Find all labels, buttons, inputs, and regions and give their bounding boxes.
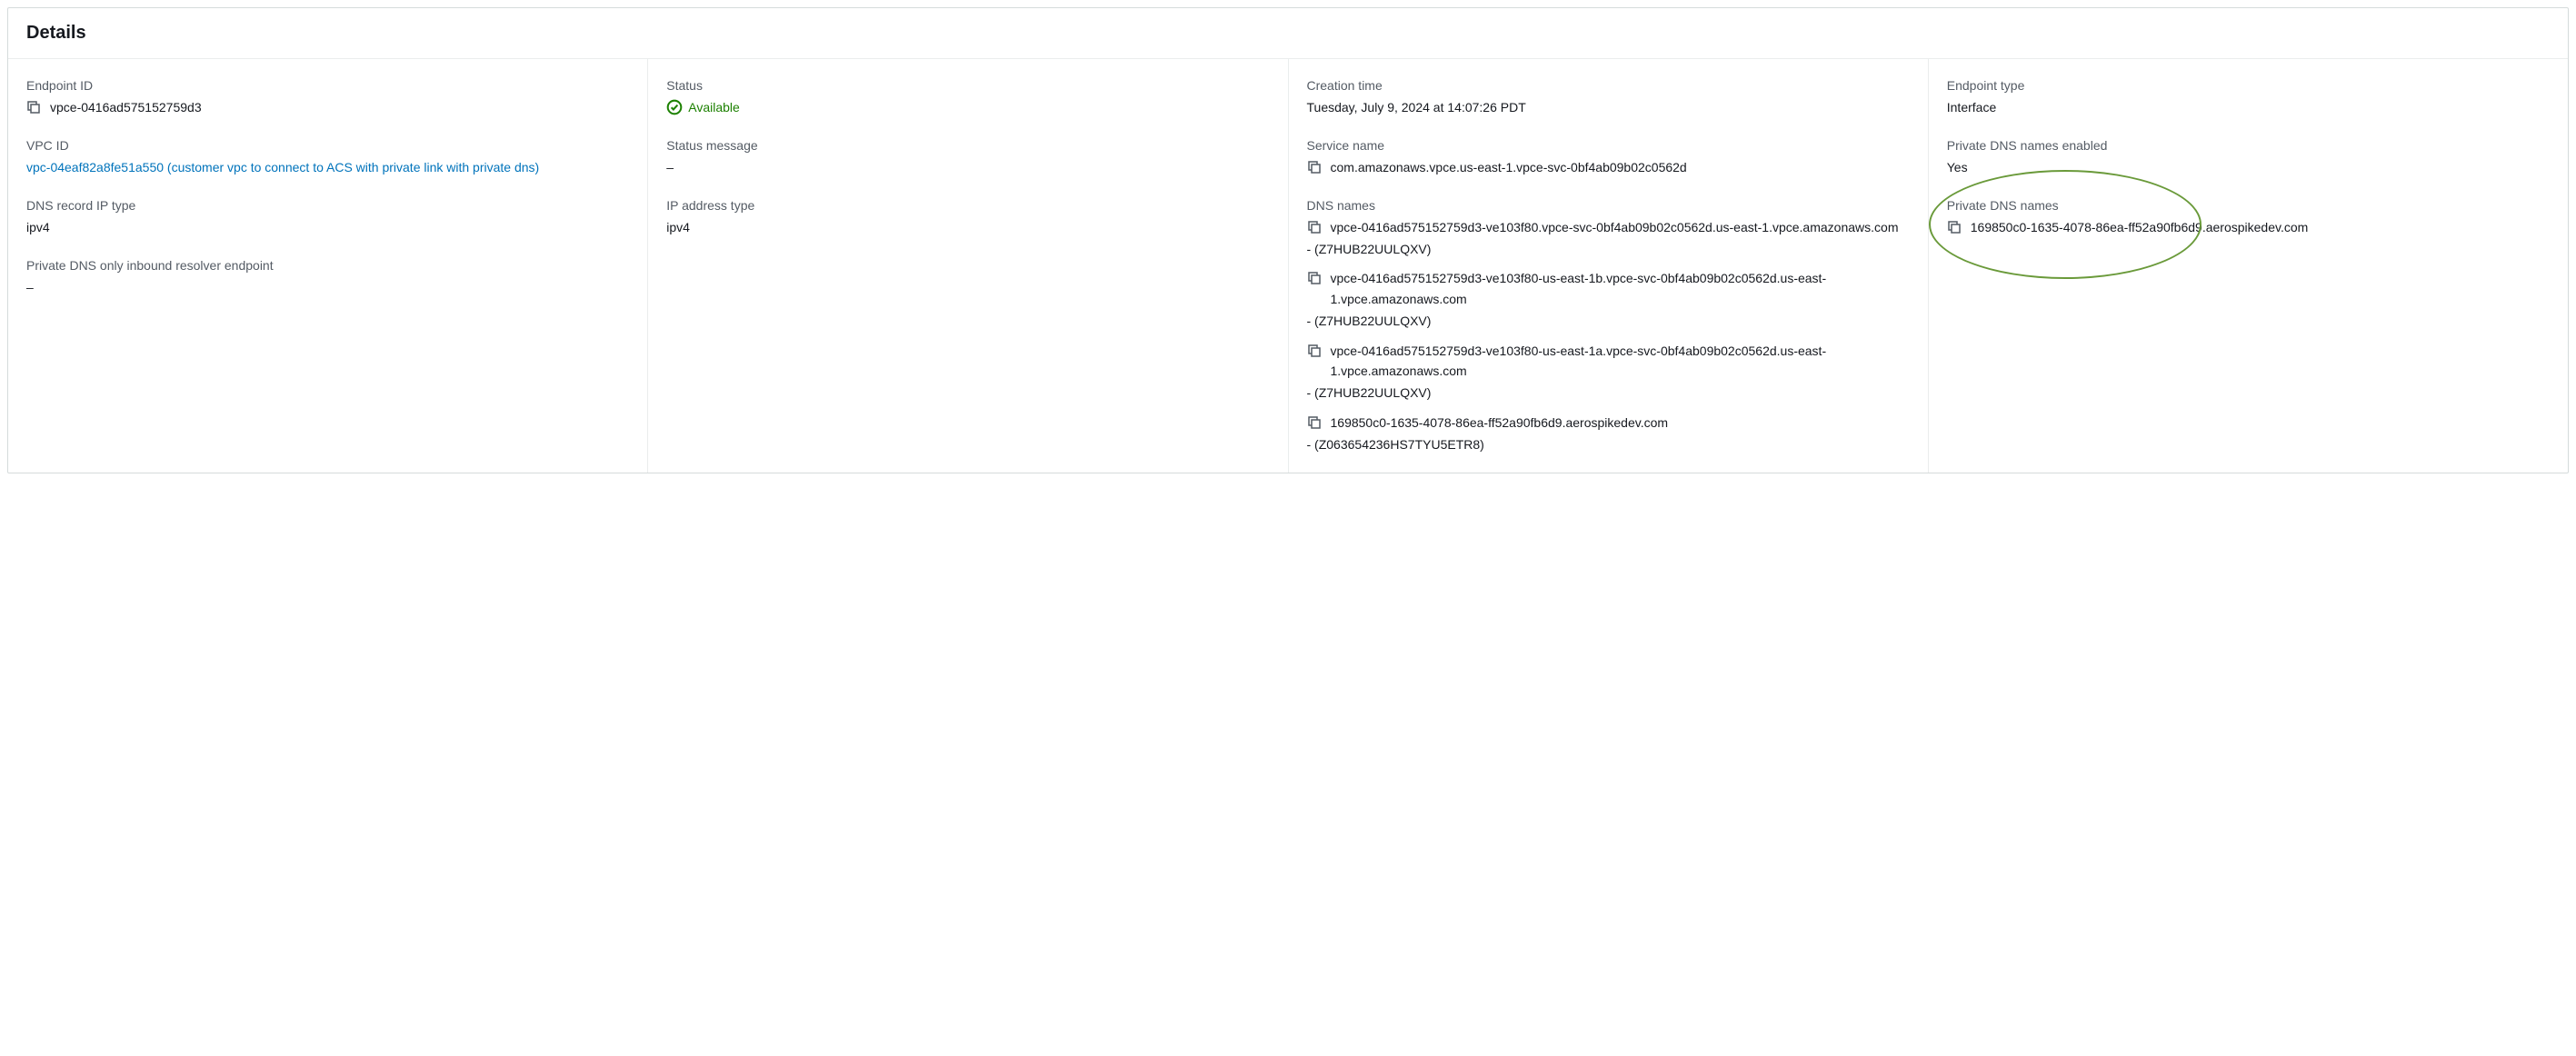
copy-icon[interactable] xyxy=(1307,220,1322,234)
panel-header: Details xyxy=(8,8,2568,59)
dns-name-value: vpce-0416ad575152759d3-ve103f80.vpce-svc… xyxy=(1331,217,1899,237)
column-1: Endpoint ID vpce-0416ad575152759d3 VPC I… xyxy=(8,59,647,473)
dns-zone-id: - (Z7HUB22UULQXV) xyxy=(1307,383,1910,403)
dns-zone-id: - (Z063654236HS7TYU5ETR8) xyxy=(1307,434,1910,454)
value-private-dns-names: 169850c0-1635-4078-86ea-ff52a90fb6d9.aer… xyxy=(1971,217,2309,237)
check-circle-icon xyxy=(666,99,683,115)
label-ip-address-type: IP address type xyxy=(666,197,1269,215)
copy-icon[interactable] xyxy=(1307,344,1322,358)
label-vpc-id: VPC ID xyxy=(26,137,629,155)
value-endpoint-type: Interface xyxy=(1947,97,2550,117)
copy-icon[interactable] xyxy=(26,100,41,115)
field-creation-time: Creation time Tuesday, July 9, 2024 at 1… xyxy=(1307,77,1910,117)
copy-icon[interactable] xyxy=(1307,160,1322,174)
dns-name-value: 169850c0-1635-4078-86ea-ff52a90fb6d9.aer… xyxy=(1331,413,1669,433)
label-creation-time: Creation time xyxy=(1307,77,1910,95)
dns-names-list: vpce-0416ad575152759d3-ve103f80.vpce-svc… xyxy=(1307,217,1910,455)
value-status-message: – xyxy=(666,157,1269,177)
field-private-dns-resolver: Private DNS only inbound resolver endpoi… xyxy=(26,257,629,297)
value-creation-time: Tuesday, July 9, 2024 at 14:07:26 PDT xyxy=(1307,97,1910,117)
value-private-dns-enabled: Yes xyxy=(1947,157,2550,177)
field-private-dns-enabled: Private DNS names enabled Yes xyxy=(1947,137,2550,177)
value-status: Available xyxy=(688,97,740,117)
column-2: Status Available Status message – IP add… xyxy=(647,59,1287,473)
label-status: Status xyxy=(666,77,1269,95)
column-3: Creation time Tuesday, July 9, 2024 at 1… xyxy=(1288,59,1928,473)
dns-zone-id: - (Z7HUB22UULQXV) xyxy=(1307,311,1910,331)
field-service-name: Service name com.amazonaws.vpce.us-east-… xyxy=(1307,137,1910,177)
copy-icon[interactable] xyxy=(1307,271,1322,285)
value-service-name: com.amazonaws.vpce.us-east-1.vpce-svc-0b… xyxy=(1331,157,1687,177)
dns-zone-id: - (Z7HUB22UULQXV) xyxy=(1307,239,1910,259)
dns-name-entry: vpce-0416ad575152759d3-ve103f80.vpce-svc… xyxy=(1307,217,1910,260)
field-vpc-id: VPC ID vpc-04eaf82a8fe51a550 (customer v… xyxy=(26,137,629,177)
dns-name-value: vpce-0416ad575152759d3-ve103f80-us-east-… xyxy=(1331,268,1910,309)
dns-name-entry: vpce-0416ad575152759d3-ve103f80-us-east-… xyxy=(1307,341,1910,403)
value-private-dns-resolver: – xyxy=(26,277,629,297)
dns-name-entry: vpce-0416ad575152759d3-ve103f80-us-east-… xyxy=(1307,268,1910,331)
value-endpoint-id: vpce-0416ad575152759d3 xyxy=(50,97,202,117)
value-dns-record-ip-type: ipv4 xyxy=(26,217,629,237)
field-status-message: Status message – xyxy=(666,137,1269,177)
label-endpoint-type: Endpoint type xyxy=(1947,77,2550,95)
field-ip-address-type: IP address type ipv4 xyxy=(666,197,1269,237)
panel-title: Details xyxy=(26,23,2550,44)
link-vpc-id[interactable]: vpc-04eaf82a8fe51a550 (customer vpc to c… xyxy=(26,157,629,177)
dns-name-value: vpce-0416ad575152759d3-ve103f80-us-east-… xyxy=(1331,341,1910,382)
field-endpoint-id: Endpoint ID vpce-0416ad575152759d3 xyxy=(26,77,629,117)
copy-icon[interactable] xyxy=(1307,415,1322,430)
value-ip-address-type: ipv4 xyxy=(666,217,1269,237)
label-endpoint-id: Endpoint ID xyxy=(26,77,629,95)
field-endpoint-type: Endpoint type Interface xyxy=(1947,77,2550,117)
label-dns-record-ip-type: DNS record IP type xyxy=(26,197,629,215)
label-private-dns-enabled: Private DNS names enabled xyxy=(1947,137,2550,155)
panel-body: Endpoint ID vpce-0416ad575152759d3 VPC I… xyxy=(8,59,2568,473)
label-service-name: Service name xyxy=(1307,137,1910,155)
label-private-dns-names: Private DNS names xyxy=(1947,197,2550,215)
label-status-message: Status message xyxy=(666,137,1269,155)
label-private-dns-resolver: Private DNS only inbound resolver endpoi… xyxy=(26,257,629,275)
field-dns-record-ip-type: DNS record IP type ipv4 xyxy=(26,197,629,237)
copy-icon[interactable] xyxy=(1947,220,1962,234)
details-panel: Details Endpoint ID vpce-0416ad575152759… xyxy=(7,7,2569,473)
field-private-dns-names: Private DNS names 169850c0-1635-4078-86e… xyxy=(1947,197,2550,237)
field-status: Status Available xyxy=(666,77,1269,117)
label-dns-names: DNS names xyxy=(1307,197,1910,215)
column-4: Endpoint type Interface Private DNS name… xyxy=(1928,59,2568,473)
dns-name-entry: 169850c0-1635-4078-86ea-ff52a90fb6d9.aer… xyxy=(1307,413,1910,455)
field-dns-names: DNS names vpce-0416ad575152759d3-ve103f8… xyxy=(1307,197,1910,455)
